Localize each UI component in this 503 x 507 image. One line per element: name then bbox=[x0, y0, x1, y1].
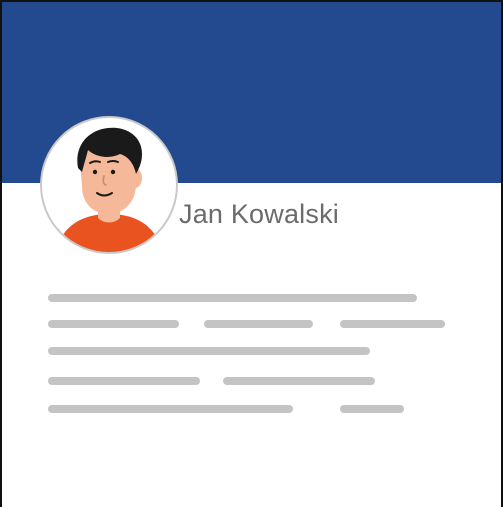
placeholder-line bbox=[48, 347, 370, 355]
placeholder-line bbox=[48, 405, 293, 413]
profile-card: Jan Kowalski bbox=[0, 0, 503, 507]
placeholder-line bbox=[48, 377, 200, 385]
placeholder-line bbox=[48, 294, 417, 302]
profile-name: Jan Kowalski bbox=[179, 199, 339, 229]
placeholder-line bbox=[48, 320, 179, 328]
placeholder-line bbox=[340, 320, 445, 328]
placeholder-line bbox=[340, 405, 404, 413]
avatar[interactable] bbox=[40, 116, 178, 254]
placeholder-line bbox=[223, 377, 375, 385]
user-avatar-icon bbox=[60, 127, 158, 252]
placeholder-line bbox=[204, 320, 313, 328]
